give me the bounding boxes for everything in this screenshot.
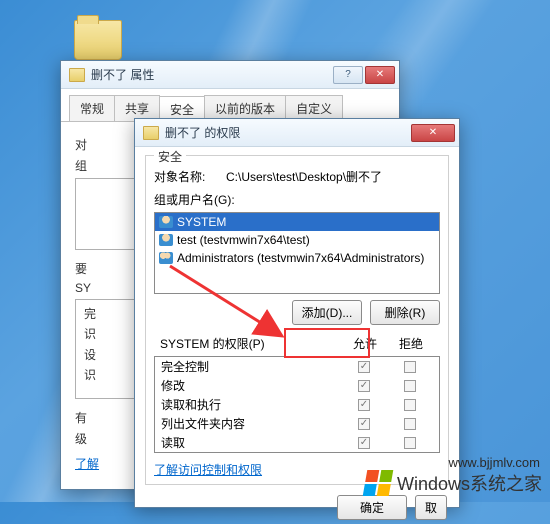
folder-icon	[69, 68, 85, 82]
deny-checkbox[interactable]	[404, 418, 416, 430]
user-item-test[interactable]: test (testvmwin7x64\test)	[155, 231, 439, 249]
perm-name: 修改	[161, 377, 341, 394]
object-name-label: 对象名称:	[154, 168, 226, 185]
perm-row-modify: 修改	[155, 376, 439, 395]
object-name-row: 对象名称: C:\Users\test\Desktop\删不了	[154, 168, 440, 185]
window-title: 删不了 的权限	[165, 124, 409, 141]
deny-checkbox[interactable]	[404, 437, 416, 449]
perm-name: 列出文件夹内容	[161, 415, 341, 432]
user-item-administrators[interactable]: Administrators (testvmwin7x64\Administra…	[155, 249, 439, 267]
user-name: test (testvmwin7x64\test)	[177, 233, 310, 247]
watermark-url: www.bjjmlv.com	[449, 455, 541, 470]
security-group: 安全 对象名称: C:\Users\test\Desktop\删不了 组或用户名…	[145, 155, 449, 485]
deny-checkbox[interactable]	[404, 361, 416, 373]
user-listbox[interactable]: SYSTEM test (testvmwin7x64\test) Adminis…	[154, 212, 440, 294]
perm-row-read-execute: 读取和执行	[155, 395, 439, 414]
permissions-titlebar[interactable]: 删不了 的权限 ✕	[135, 119, 459, 147]
allow-checkbox[interactable]	[358, 361, 370, 373]
permissions-table: 完全控制 修改 读取和执行 列出文件夹内容 读取	[154, 356, 440, 453]
close-button[interactable]: ✕	[365, 66, 395, 84]
user-icon	[159, 216, 173, 228]
windows-logo-icon	[363, 470, 394, 496]
group-icon	[159, 252, 173, 264]
allow-checkbox[interactable]	[358, 380, 370, 392]
user-buttons-row: 添加(D)... 删除(R)	[154, 300, 440, 325]
user-icon	[159, 234, 173, 246]
user-item-system[interactable]: SYSTEM	[155, 213, 439, 231]
add-button[interactable]: 添加(D)...	[292, 300, 362, 325]
user-name: Administrators (testvmwin7x64\Administra…	[177, 251, 424, 265]
users-label: 组或用户名(G):	[154, 191, 440, 208]
properties-titlebar[interactable]: 删不了 属性 ? ✕	[61, 61, 399, 89]
deny-header: 拒绝	[388, 335, 434, 352]
allow-checkbox[interactable]	[358, 418, 370, 430]
close-button[interactable]: ✕	[411, 124, 455, 142]
watermark: Windows系统之家	[365, 470, 542, 496]
perm-name: 读取和执行	[161, 396, 341, 413]
perm-row-list-folder: 列出文件夹内容	[155, 414, 439, 433]
cancel-button[interactable]: 取	[415, 495, 447, 520]
deny-checkbox[interactable]	[404, 380, 416, 392]
ok-button[interactable]: 确定	[337, 495, 407, 520]
window-title: 删不了 属性	[91, 66, 331, 83]
deny-checkbox[interactable]	[404, 399, 416, 411]
perm-row-read: 读取	[155, 433, 439, 452]
perm-row-full-control: 完全控制	[155, 357, 439, 376]
folder-icon	[74, 20, 122, 60]
object-name-value: C:\Users\test\Desktop\删不了	[226, 168, 382, 185]
group-title: 安全	[154, 148, 186, 165]
allow-checkbox[interactable]	[358, 399, 370, 411]
allow-checkbox[interactable]	[358, 437, 370, 449]
tab-general[interactable]: 常规	[69, 95, 115, 121]
perm-name: 读取	[161, 434, 341, 451]
permissions-window: 删不了 的权限 ✕ 安全 对象名称: C:\Users\test\Desktop…	[134, 118, 460, 508]
perm-title: SYSTEM 的权限(P)	[160, 335, 342, 352]
watermark-text: Windows系统之家	[397, 470, 542, 496]
perm-name: 完全控制	[161, 358, 341, 375]
folder-icon	[143, 126, 159, 140]
allow-header: 允许	[342, 335, 388, 352]
help-button[interactable]: ?	[333, 66, 363, 84]
remove-button[interactable]: 删除(R)	[370, 300, 440, 325]
user-name: SYSTEM	[177, 215, 226, 229]
